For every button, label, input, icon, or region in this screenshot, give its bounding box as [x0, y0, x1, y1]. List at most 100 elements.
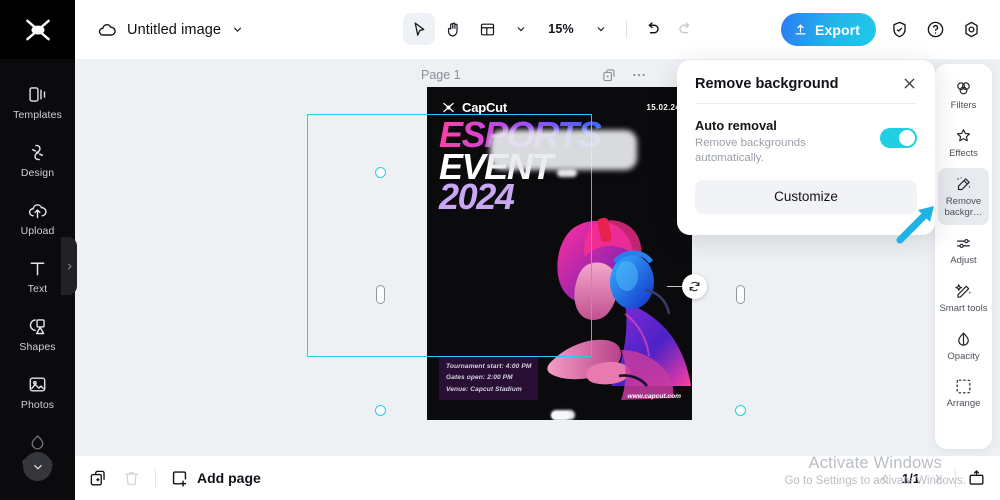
sidebar-item-filters[interactable]: Filters [938, 72, 989, 118]
chevron-down-icon [33, 464, 42, 470]
effects-sparkle-icon [954, 127, 973, 146]
duplicate-page-icon[interactable] [602, 68, 617, 83]
upload-icon [793, 22, 808, 37]
cursor-select-icon[interactable] [403, 13, 435, 45]
arrow-pointer-annotation-icon [896, 202, 938, 244]
panel-header: Remove background [677, 60, 935, 103]
layout-chevron-down-icon[interactable] [505, 13, 537, 45]
auto-removal-row: Auto removal Remove backgrounds automati… [677, 104, 935, 167]
remove-background-icon [954, 175, 973, 194]
sidebar-item-label: Shapes [19, 340, 56, 353]
upload-cloud-icon [27, 200, 48, 221]
page-tools[interactable] [602, 67, 647, 83]
sidebar-item-label: Remove backgr… [944, 195, 983, 218]
gear-icon[interactable] [958, 17, 984, 43]
selection-handle-bottom-left[interactable] [375, 405, 386, 416]
photos-icon [27, 374, 48, 395]
duplicate-page-icon[interactable] [89, 469, 108, 488]
sidebar-item-arrange[interactable]: Arrange [938, 370, 989, 416]
arrange-icon [954, 377, 973, 396]
page-navigation[interactable]: 1/1 [878, 471, 944, 486]
sidebar-item-label: Upload [20, 224, 55, 237]
sidebar-item-adjust[interactable]: Adjust [938, 227, 989, 273]
sidebar-item-label: Adjust [950, 254, 977, 266]
sidebar-item-label: Text [27, 282, 48, 295]
capcut-logo-icon[interactable] [0, 0, 75, 59]
sidebar-item-label: Arrange [946, 398, 981, 410]
sidebar-item-label: Filters [950, 100, 977, 111]
layout-grid-icon[interactable] [471, 13, 503, 45]
chevron-right-icon[interactable] [931, 472, 944, 485]
top-bar-actions[interactable]: Export [781, 13, 984, 46]
sidebar-item-design[interactable]: Design [0, 131, 75, 189]
top-bar: Untitled image 15% Export [0, 0, 1000, 59]
color-drop-icon [27, 432, 48, 453]
sidebar-expand-more-button[interactable] [23, 452, 52, 481]
selection-handle-left[interactable] [376, 285, 385, 304]
shield-check-icon[interactable] [886, 17, 912, 43]
poster-info-line-2: Gates open: 2:00 PM [446, 374, 513, 382]
document-title[interactable]: Untitled image [127, 22, 221, 38]
poster-info-line-3: Venue: Capcut Stadium [446, 385, 522, 393]
sidebar-item-label: Effects [949, 147, 978, 159]
sidebar-item-label: Smart tools [939, 302, 988, 314]
page-label: Page 1 [421, 68, 461, 82]
bottom-bar-left[interactable]: Add page [89, 469, 261, 488]
auto-removal-toggle[interactable] [880, 128, 917, 148]
poster-date: 15.02.24 [646, 103, 680, 112]
selection-handle-right[interactable] [736, 285, 745, 304]
more-horizontal-icon[interactable] [631, 67, 647, 83]
bottom-bar-divider [155, 469, 156, 487]
poster-brand-label: CapCut [462, 100, 508, 115]
poster-url: www.capcut.com [627, 393, 681, 400]
chevron-right-icon [67, 263, 72, 269]
rotate-handle-button[interactable] [682, 274, 707, 299]
close-icon[interactable] [901, 75, 918, 92]
chevron-down-icon[interactable] [231, 23, 244, 36]
filters-icon [954, 79, 973, 98]
selection-handle-top-left[interactable] [375, 167, 386, 178]
design-icon [27, 142, 48, 163]
sidebar-collapse-toggle[interactable] [61, 237, 77, 295]
undo-icon[interactable] [636, 13, 668, 45]
sidebar-item-remove-background[interactable]: Remove backgr… [938, 167, 989, 225]
panel-title: Remove background [695, 75, 839, 92]
toggle-knob [899, 130, 915, 146]
sidebar-item-shapes[interactable]: Shapes [0, 305, 75, 363]
export-button[interactable]: Export [781, 13, 876, 46]
chevron-left-icon[interactable] [878, 472, 891, 485]
add-page-button[interactable]: Add page [170, 469, 261, 488]
bottom-bar-right[interactable]: 1/1 [878, 469, 986, 488]
auto-removal-description: Remove backgrounds automatically. [695, 137, 806, 165]
right-sidebar[interactable]: Filters Effects Remove backgr… Adjust Sm… [935, 64, 992, 449]
bottom-bar: Add page 1/1 [75, 456, 1000, 500]
blurred-tooltip-overlay [490, 130, 637, 170]
selection-handle-bottom-right[interactable] [735, 405, 746, 416]
redo-icon [670, 13, 702, 45]
zoom-level-value[interactable]: 15% [539, 22, 583, 36]
customize-button[interactable]: Customize [695, 179, 917, 214]
auto-removal-title: Auto removal [695, 118, 777, 133]
blurred-overlay-bottom [551, 410, 575, 420]
add-page-icon [170, 469, 189, 488]
sidebar-item-smart-tools[interactable]: Smart tools [938, 275, 989, 321]
text-icon [27, 258, 48, 279]
left-sidebar[interactable]: Templates Design Upload Text Shapes Phot… [0, 59, 77, 500]
shapes-icon [27, 316, 48, 337]
help-circle-icon[interactable] [922, 17, 948, 43]
adjust-sliders-icon [954, 234, 973, 253]
present-screen-icon[interactable] [967, 469, 986, 488]
sidebar-item-templates[interactable]: Templates [0, 73, 75, 131]
sidebar-item-opacity[interactable]: Opacity [938, 323, 989, 369]
templates-icon [27, 84, 48, 105]
capcut-logo-icon [441, 100, 456, 115]
document-meta[interactable]: Untitled image [97, 20, 244, 40]
magic-wand-icon [954, 282, 973, 301]
page-indicator: 1/1 [901, 470, 920, 486]
sidebar-item-photos[interactable]: Photos [0, 363, 75, 421]
sidebar-item-effects[interactable]: Effects [938, 120, 989, 166]
trash-icon [122, 469, 141, 488]
canvas-toolbar[interactable]: 15% [403, 13, 702, 45]
zoom-chevron-down-icon[interactable] [585, 13, 617, 45]
hand-pan-icon[interactable] [437, 13, 469, 45]
